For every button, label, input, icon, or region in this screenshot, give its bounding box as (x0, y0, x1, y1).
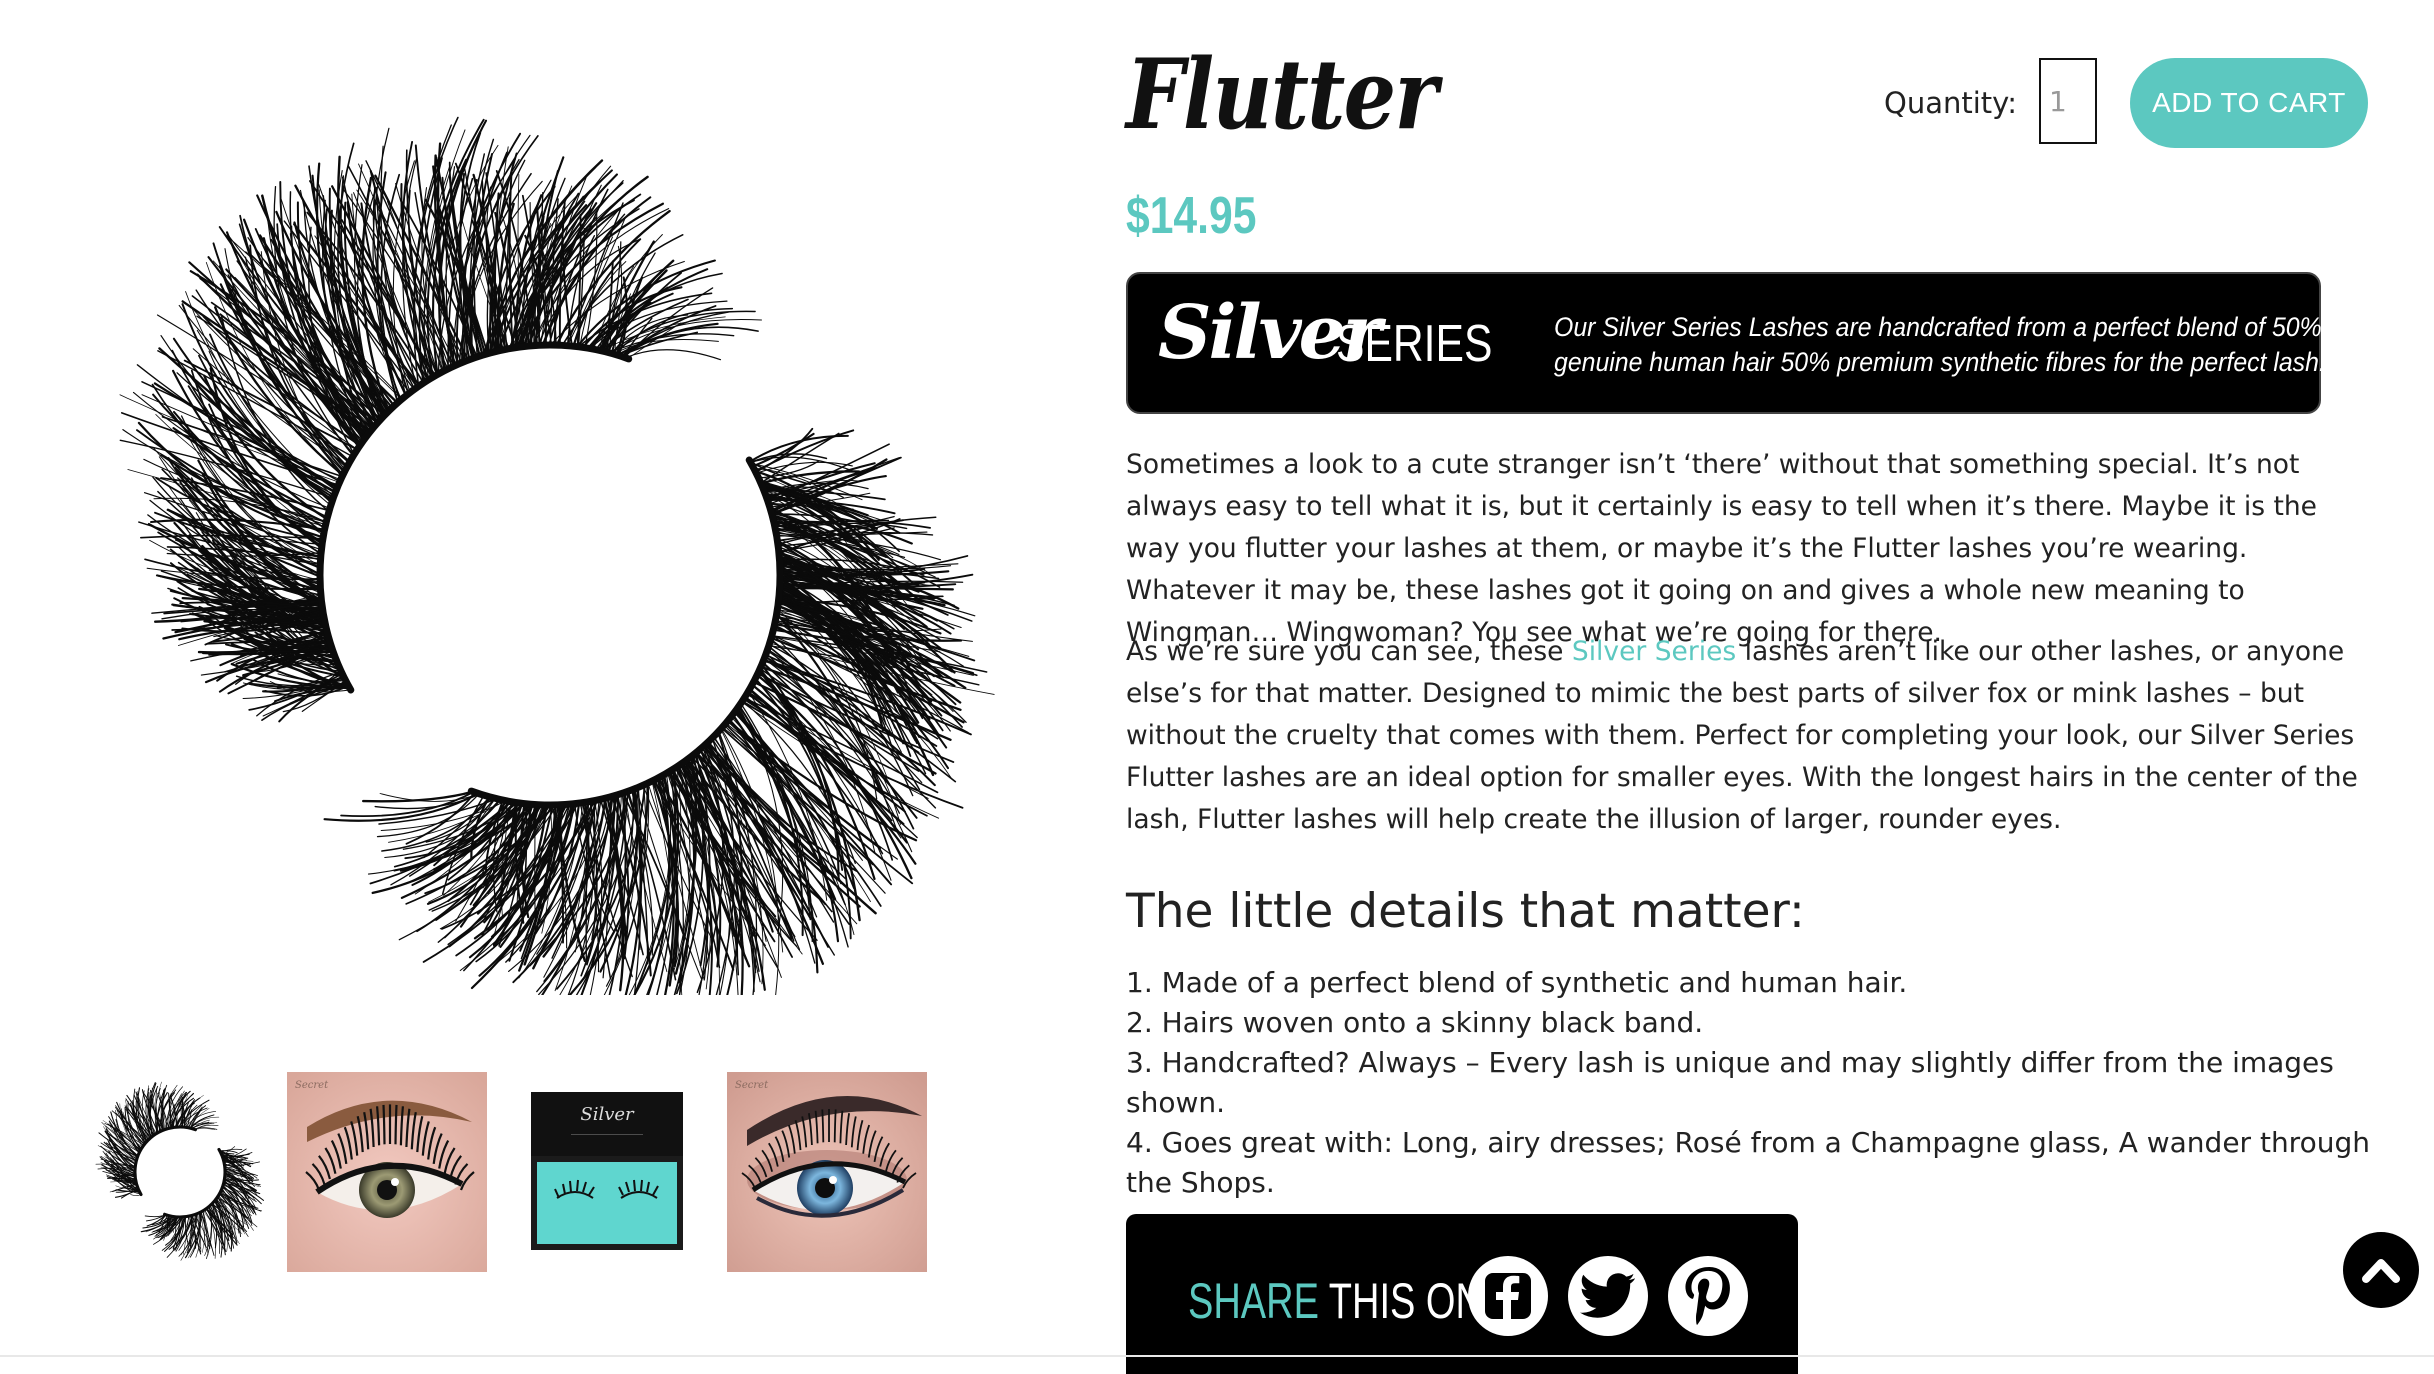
pinterest-icon[interactable] (1668, 1256, 1748, 1336)
silver-series-banner: Silver SERIES Our Silver Series Lashes a… (1126, 272, 2326, 414)
add-to-cart-button[interactable]: ADD TO CART (2130, 58, 2368, 148)
thumbnail-lash-image (95, 1081, 265, 1261)
banner-series-text: SERIES (1336, 315, 1493, 373)
details-heading: The little details that matter: (1126, 884, 1805, 939)
share-word-share: SHARE (1188, 1273, 1319, 1329)
facebook-icon[interactable] (1468, 1256, 1548, 1336)
thumbnail-eye-brown[interactable]: Secret (287, 1072, 487, 1272)
twitter-icon[interactable] (1568, 1256, 1648, 1336)
thumbnail-eye-blue-image: Secret (727, 1072, 927, 1272)
banner-line-2: genuine human hair 50% premium synthetic… (1554, 347, 2326, 377)
paragraph-2-intro: As we’re sure you can see, these (1126, 636, 1572, 667)
details-item-3: 3. Handcrafted? Always – Every lash is u… (1126, 1046, 2334, 1119)
share-word-this-on: THIS ON (1318, 1273, 1483, 1329)
quantity-input[interactable] (2039, 58, 2097, 144)
pinterest-glyph (1685, 1267, 1730, 1325)
banner-description: Our Silver Series Lashes are handcrafted… (1554, 310, 2326, 380)
product-price: $14.95 (1126, 187, 1257, 245)
thumbnail-eye-blue[interactable]: Secret (727, 1072, 927, 1272)
back-to-top-button[interactable] (2343, 1232, 2419, 1308)
silver-series-link[interactable]: Silver Series (1572, 636, 1736, 667)
banner-line-1: Our Silver Series Lashes are handcrafted… (1554, 312, 2322, 342)
share-label: SHARE THIS ON (1188, 1272, 1483, 1330)
thumbnail-lash-case-image: Silver ———————————— (507, 1072, 707, 1272)
thumbnail-lash-case[interactable]: Silver ———————————— (507, 1072, 707, 1272)
svg-text:Secret: Secret (735, 1080, 769, 1091)
twitter-glyph (1580, 1273, 1636, 1318)
svg-text:Silver: Silver (580, 1104, 635, 1125)
page-divider (0, 1355, 2434, 1357)
facebook-glyph (1485, 1273, 1531, 1319)
svg-text:Secret: Secret (295, 1080, 329, 1091)
product-title: Flutter (1126, 38, 1438, 151)
chevron-up-icon (2362, 1259, 2400, 1283)
thumbnail-lash[interactable] (80, 1072, 280, 1272)
details-item-1: 1. Made of a perfect blend of synthetic … (1126, 966, 1908, 999)
details-item-2: 2. Hairs woven onto a skinny black band. (1126, 1006, 1704, 1039)
details-list: 1. Made of a perfect blend of synthetic … (1126, 963, 2376, 1203)
share-panel: SHARE THIS ON (1126, 1214, 1798, 1374)
svg-text:————————————: ———————————— (571, 1132, 643, 1138)
description-paragraph-2: As we’re sure you can see, these Silver … (1126, 631, 2376, 841)
main-lash-image (119, 116, 995, 995)
thumbnail-eye-brown-image: Secret (287, 1072, 487, 1272)
quantity-label: Quantity: (1884, 86, 2017, 120)
details-item-4: 4. Goes great with: Long, airy dresses; … (1126, 1126, 2370, 1199)
description-paragraph-1: Sometimes a look to a cute stranger isn’… (1126, 449, 2317, 648)
